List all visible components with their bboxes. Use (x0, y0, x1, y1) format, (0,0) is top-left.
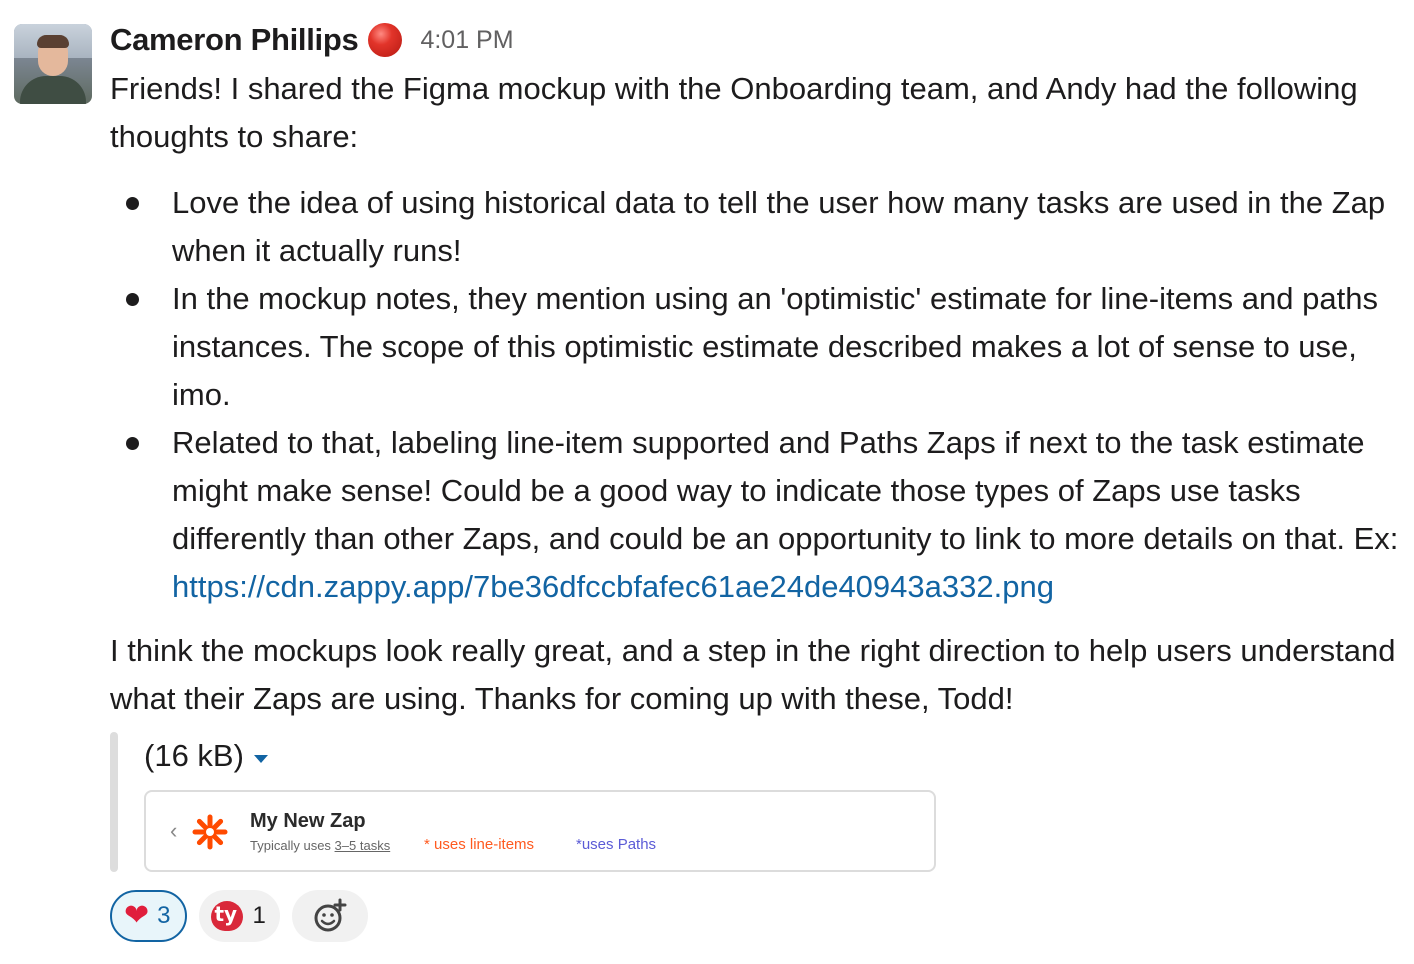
cdn-image-link[interactable]: https://cdn.zappy.app/7be36dfccbfafec61a… (172, 569, 1054, 604)
reaction-ty-heart[interactable]: 1 (198, 890, 280, 942)
line-items-label: * uses line-items (424, 836, 535, 853)
chevron-left-icon: ‹ (170, 818, 178, 843)
zapier-logo-icon (192, 814, 228, 850)
message-header: Cameron Phillips 4:01 PM (110, 20, 514, 60)
emoji-add-icon (314, 898, 347, 932)
avatar[interactable] (14, 24, 92, 104)
timestamp[interactable]: 4:01 PM (420, 26, 513, 55)
bullet-icon (126, 437, 139, 450)
attachment-header[interactable]: (16 kB) (144, 734, 268, 778)
author-name[interactable]: Cameron Phillips (110, 22, 359, 58)
zap-subtitle: Typically uses 3–5 tasks (250, 838, 391, 853)
list-item: Love the idea of using historical data t… (110, 179, 1410, 275)
message-intro: Friends! I shared the Figma mockup with … (110, 71, 1358, 154)
bullet-icon (126, 197, 139, 210)
attachment-bar (110, 732, 118, 872)
add-reaction-button[interactable] (291, 890, 368, 942)
heart-icon: ❤ (124, 899, 150, 932)
bullet-icon (126, 293, 139, 306)
message-closing: I think the mockups look really great, a… (110, 633, 1396, 716)
bullet-list: Love the idea of using historical data t… (110, 179, 1410, 611)
reactions-bar: ❤ 3 1 (110, 890, 368, 942)
reaction-count: 3 (157, 902, 171, 929)
attachment-preview-image[interactable]: ‹ My New Zap Typically uses 3–5 tasks * … (144, 790, 936, 872)
list-item: In the mockup notes, they mention using … (110, 275, 1410, 419)
attachment-size: (16 kB) (144, 738, 244, 773)
message: Cameron Phillips 4:01 PM Friends! I shar… (0, 0, 1414, 964)
paths-label: *uses Paths (576, 836, 657, 853)
reaction-count: 1 (252, 902, 266, 929)
zap-title: My New Zap (250, 810, 366, 832)
ty-heart-icon (210, 901, 243, 931)
red-circle-status-icon (368, 23, 403, 57)
caret-down-icon[interactable] (253, 755, 268, 763)
reaction-heart[interactable]: ❤ 3 (110, 890, 187, 942)
list-item: Related to that, labeling line-item supp… (110, 419, 1410, 611)
